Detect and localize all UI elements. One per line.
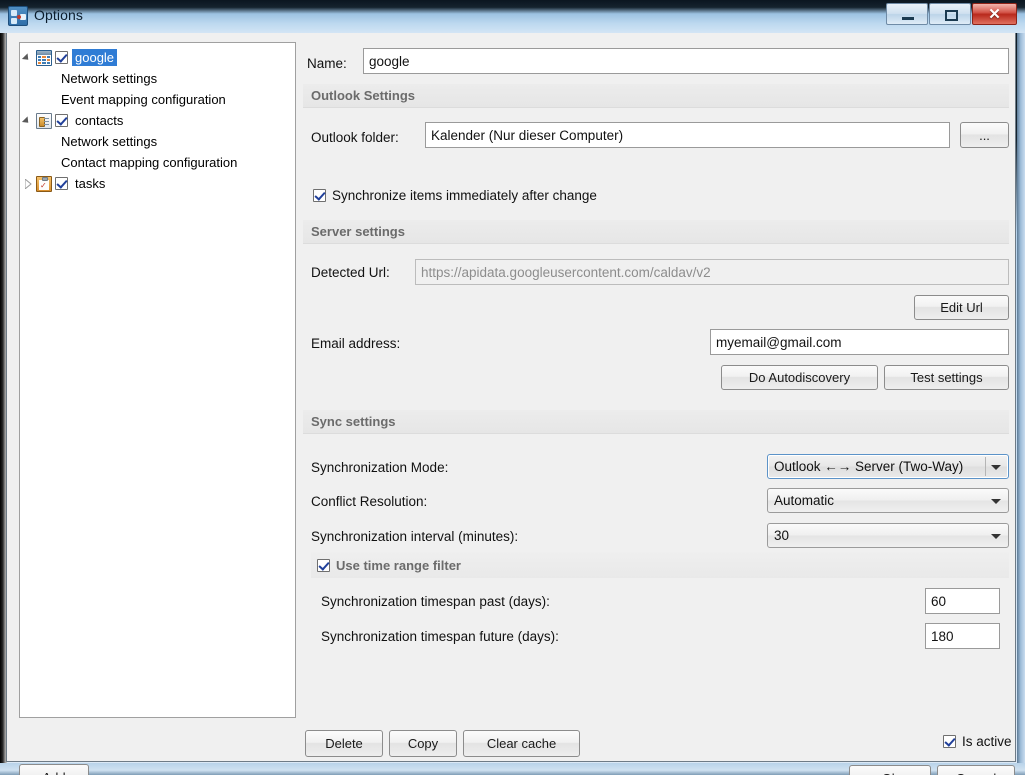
footer-bar: Delete Copy Clear cache Is active Ok Can… [303, 721, 1015, 775]
sync-interval-value: 30 [774, 528, 789, 543]
tree-checkbox-google[interactable] [55, 51, 68, 64]
sync-interval-dropdown[interactable]: 30 [767, 523, 1009, 548]
tree-label-contacts[interactable]: contacts [72, 112, 126, 129]
window-right-border [1017, 33, 1025, 764]
tree-item-contacts-network-settings[interactable]: Network settings [20, 131, 295, 152]
expander-open-icon[interactable] [20, 50, 36, 66]
copy-button[interactable]: Copy [389, 730, 457, 757]
cancel-button[interactable]: Cancel [937, 765, 1015, 775]
options-window: Options ✕ google Network settin [0, 0, 1025, 775]
tree-label-google[interactable]: google [72, 49, 117, 66]
detected-url-input: https://apidata.googleusercontent.com/ca… [415, 259, 1009, 285]
email-address-label: Email address: [311, 336, 400, 351]
section-title: Sync settings [303, 414, 396, 429]
conflict-resolution-label: Conflict Resolution: [311, 494, 427, 509]
tree-item-contacts[interactable]: contacts [20, 110, 295, 131]
tree-item-google-network-settings[interactable]: Network settings [20, 68, 295, 89]
sync-settings-header: Sync settings [303, 410, 1009, 434]
tree-label-tasks[interactable]: tasks [72, 175, 108, 192]
title-bar[interactable]: Options ✕ [0, 0, 1025, 33]
tree-label[interactable]: Event mapping configuration [58, 91, 229, 108]
sync-immediately-label: Synchronize items immediately after chan… [332, 188, 597, 203]
tree-item-contact-mapping-configuration[interactable]: Contact mapping configuration [20, 152, 295, 173]
tasks-icon: ✓ [36, 176, 52, 192]
edit-url-button[interactable]: Edit Url [914, 295, 1009, 320]
is-active-label: Is active [962, 734, 1012, 749]
browse-folder-button[interactable]: ... [960, 122, 1009, 148]
minimize-icon [902, 17, 914, 20]
is-active-row[interactable]: Is active [943, 734, 1012, 749]
do-autodiscovery-button[interactable]: Do Autodiscovery [721, 365, 878, 390]
outlook-folder-input[interactable]: Kalender (Nur dieser Computer) [425, 122, 950, 148]
chevron-down-icon [991, 499, 1001, 504]
close-icon: ✕ [973, 4, 1016, 24]
name-label: Name: [307, 56, 347, 71]
outlook-settings-header: Outlook Settings [303, 84, 1009, 108]
settings-panel: Name: google Outlook Settings Outlook fo… [303, 42, 1009, 718]
window-title: Options [34, 7, 83, 23]
sync-immediately-checkbox[interactable] [313, 189, 326, 202]
timespan-future-input[interactable]: 180 [925, 623, 1000, 649]
close-button[interactable]: ✕ [972, 3, 1017, 25]
timespan-future-label: Synchronization timespan future (days): [321, 629, 559, 644]
section-title: Outlook Settings [303, 88, 415, 103]
chevron-down-icon [991, 534, 1001, 539]
name-input[interactable]: google [363, 48, 1009, 74]
sync-mode-label: Synchronization Mode: [311, 460, 448, 475]
minimize-button[interactable] [886, 3, 928, 25]
is-active-checkbox[interactable] [943, 735, 956, 748]
profile-tree[interactable]: google Network settings Event mapping co… [19, 42, 296, 718]
ok-button[interactable]: Ok [849, 765, 931, 775]
maximize-icon [945, 10, 958, 21]
conflict-resolution-value: Automatic [774, 493, 834, 508]
email-address-input[interactable]: myemail@gmail.com [710, 329, 1009, 355]
tree-item-tasks[interactable]: ✓ tasks [20, 173, 295, 194]
timespan-past-input[interactable]: 60 [925, 588, 1000, 614]
timespan-past-label: Synchronization timespan past (days): [321, 594, 550, 609]
tree-item-event-mapping-configuration[interactable]: Event mapping configuration [20, 89, 295, 110]
expander-open-icon[interactable] [20, 113, 36, 129]
add-button[interactable]: Add [19, 764, 89, 775]
delete-button[interactable]: Delete [305, 730, 383, 757]
time-range-filter-checkbox[interactable] [317, 559, 330, 572]
contact-card-icon [36, 113, 52, 129]
tree-checkbox-tasks[interactable] [55, 177, 68, 190]
app-icon [8, 6, 28, 26]
expander-collapsed-icon[interactable] [20, 176, 36, 192]
chevron-down-icon [991, 465, 1001, 470]
sync-mode-value: Outlook ←→ Server (Two-Way) [774, 459, 963, 474]
tree-label[interactable]: Contact mapping configuration [58, 154, 240, 171]
tree-item-google[interactable]: google [20, 47, 295, 68]
sync-immediately-row[interactable]: Synchronize items immediately after chan… [313, 188, 597, 203]
test-settings-button[interactable]: Test settings [884, 365, 1009, 390]
client-area: google Network settings Event mapping co… [6, 33, 1016, 762]
tree-label[interactable]: Network settings [58, 70, 160, 87]
tree-checkbox-contacts[interactable] [55, 114, 68, 127]
sync-interval-label: Synchronization interval (minutes): [311, 529, 518, 544]
calendar-icon [36, 50, 52, 66]
sync-mode-dropdown[interactable]: Outlook ←→ Server (Two-Way) [767, 454, 1009, 479]
server-settings-header: Server settings [303, 220, 1009, 244]
conflict-resolution-dropdown[interactable]: Automatic [767, 488, 1009, 513]
time-range-filter-header[interactable]: Use time range filter [311, 552, 1009, 578]
detected-url-label: Detected Url: [311, 265, 390, 280]
clear-cache-button[interactable]: Clear cache [463, 730, 580, 757]
outlook-folder-label: Outlook folder: [311, 130, 399, 145]
time-range-filter-label: Use time range filter [336, 558, 461, 573]
tree-label[interactable]: Network settings [58, 133, 160, 150]
section-title: Server settings [303, 224, 405, 239]
maximize-button[interactable] [929, 3, 971, 25]
